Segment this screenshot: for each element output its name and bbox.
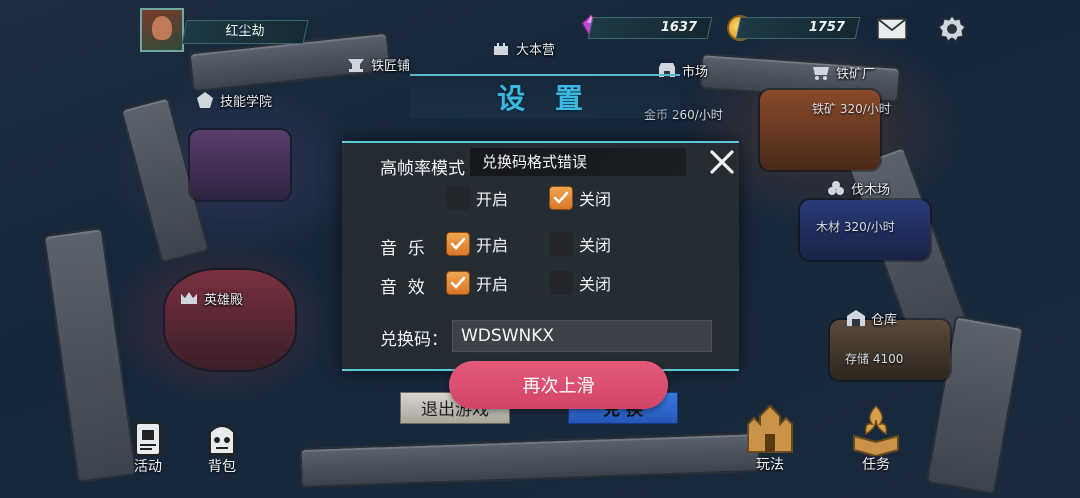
music-label: 音 乐 [380,239,425,259]
backpack-button[interactable]: 背包 [202,420,242,476]
hq-label[interactable]: 大本营 [490,38,555,58]
castle-icon [490,38,512,58]
music-on-option[interactable]: 开启 [446,232,508,256]
checkmark-icon [450,237,466,250]
music-on-checkbox[interactable] [446,232,470,256]
crown-icon [178,288,200,308]
blacksmith-label[interactable]: 铁匠铺 [345,54,410,74]
player-name-bar: 红尘劫 [181,20,309,44]
swipe-up-prompt[interactable]: 再次上滑 [449,361,668,409]
sfx-on-option[interactable]: 开启 [446,271,508,295]
music-off-option[interactable]: 关闭 [549,232,611,256]
mail-icon [877,18,907,40]
close-icon [710,150,734,174]
warehouse-label[interactable]: 仓库 [845,308,897,328]
hero-hall-building[interactable] [165,270,295,370]
error-toast: 兑换码格式错误 [470,148,686,176]
iron-rate: 铁矿 320/小时 [812,102,891,116]
warehouse-icon [845,308,867,328]
log-icon [825,178,847,198]
close-button[interactable] [706,146,738,178]
music-off-checkbox[interactable] [549,232,573,256]
anvil-icon [345,54,367,74]
high-frame-on-checkbox[interactable] [446,186,470,210]
book-flame-icon [853,404,899,456]
castle-icon [747,404,793,453]
redeem-code-input[interactable] [452,320,712,352]
tasks-button[interactable]: 任务 [848,402,904,474]
high-frame-label: 高帧率模式 [380,159,465,179]
warehouse-storage: 存储 4100 [845,352,904,366]
mail-button[interactable] [874,12,910,46]
gem-counter: 1637 [587,17,713,39]
checkmark-icon [450,276,466,289]
player-avatar[interactable] [140,8,184,52]
gear-icon [938,15,966,42]
player-name: 红尘劫 [225,24,265,39]
settings-title-banner: 设 置 [410,74,680,118]
code-label: 兑换码： [380,330,448,350]
clipboard-icon [135,422,161,456]
hero-hall-label[interactable]: 英雄殿 [178,288,243,308]
cart-icon [810,62,832,82]
settings-title: 设 置 [497,82,593,115]
lumber-yard-label[interactable]: 伐木场 [825,178,890,198]
high-frame-off-option[interactable]: 关闭 [549,186,611,210]
checkmark-icon [553,191,569,204]
high-frame-off-checkbox[interactable] [549,186,573,210]
settings-button[interactable] [934,12,970,46]
emblem-icon [194,90,216,110]
coin-counter: 1757 [735,17,861,39]
skill-academy-building[interactable] [190,130,290,200]
gameplay-button[interactable]: 玩法 [742,402,798,474]
iron-mine-label[interactable]: 铁矿厂 [810,62,875,82]
backpack-icon [209,425,235,455]
high-frame-on-option[interactable]: 开启 [446,186,508,210]
sfx-off-checkbox[interactable] [549,271,573,295]
sfx-off-option[interactable]: 关闭 [549,271,611,295]
skill-academy-label[interactable]: 技能学院 [194,90,272,110]
sfx-label: 音 效 [380,278,425,298]
sfx-on-checkbox[interactable] [446,271,470,295]
activity-button[interactable]: 活动 [128,420,168,476]
lumber-rate: 木材 320/小时 [816,220,895,234]
